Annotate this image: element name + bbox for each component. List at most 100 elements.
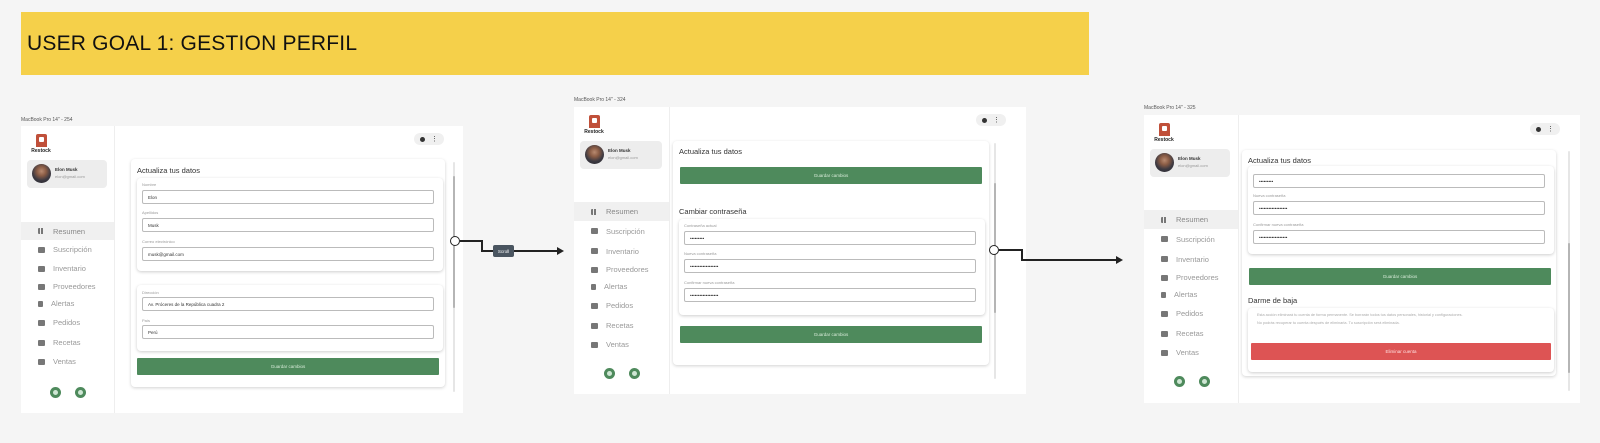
box-icon: [38, 265, 45, 272]
sidebar: Restock Elon Musk elon@gmail.com Resumen…: [21, 126, 115, 413]
delete-note: No podrás recuperar tu cuenta después de…: [1257, 321, 1400, 325]
sidebar-item-resumen[interactable]: Resumen: [574, 202, 669, 221]
sidebar-item-pedidos[interactable]: Pedidos: [1144, 303, 1238, 324]
new-password-field[interactable]: ••••••••••••••••••: [684, 259, 976, 273]
theme-toggle-icon[interactable]: [629, 368, 640, 379]
sidebar-item-suscripcion[interactable]: Suscripción: [574, 221, 669, 241]
sidebar-item-resumen[interactable]: Resumen: [1144, 210, 1238, 229]
new-password-field[interactable]: ••••••••••••••••••: [1253, 201, 1545, 215]
sidebar-item-alertas[interactable]: Alertas: [574, 278, 669, 295]
address-card: Dirección Av. Próceres de la República c…: [137, 285, 443, 351]
save-button[interactable]: Guardar cambios: [1249, 268, 1551, 285]
card-icon: [591, 228, 598, 234]
section-title: Actualiza tus datos: [1248, 156, 1311, 165]
frame-1: Restock Elon Musk elon@gmail.com Resumen…: [21, 126, 463, 413]
field-label: Confirmar nueva contraseña: [1253, 222, 1304, 227]
sidebar-item-resumen[interactable]: Resumen: [21, 222, 114, 240]
sidebar-item-alertas[interactable]: Alertas: [21, 295, 114, 312]
user-email: elon@gmail.com: [1178, 163, 1208, 168]
sidebar-item-inventario[interactable]: Inventario: [21, 259, 114, 278]
confirm-password-field[interactable]: ••••••••••••••••••: [1253, 230, 1545, 244]
section-title: Actualiza tus datos: [137, 166, 200, 175]
sidebar-item-ventas[interactable]: Ventas: [1144, 343, 1238, 362]
sidebar-item-proveedores[interactable]: Proveedores: [21, 278, 114, 295]
restock-logo: Restock: [1154, 123, 1174, 143]
profile-panel: Actualiza tus datos Nombre Elon Apellido…: [131, 159, 445, 387]
sidebar-item-pedidos[interactable]: Pedidos: [21, 312, 114, 333]
sidebar-item-pedidos[interactable]: Pedidos: [574, 295, 669, 316]
sidebar-item-recetas[interactable]: Recetas: [21, 333, 114, 352]
sidebar-item-recetas[interactable]: Recetas: [574, 316, 669, 335]
scrollbar[interactable]: [453, 162, 455, 392]
frame-label: MacBook Pro 14" - 324: [574, 97, 626, 103]
user-card[interactable]: Elon Musk elon@gmail.com: [27, 160, 107, 188]
field-label: Nombre: [142, 182, 157, 187]
box-icon: [1161, 256, 1168, 262]
password-card: ••••••••• Nueva contraseña •••••••••••••…: [1248, 166, 1554, 254]
user-name: Elon Musk: [1178, 156, 1201, 161]
people-icon: [1161, 274, 1168, 281]
sidebar-item-proveedores[interactable]: Proveedores: [1144, 269, 1238, 286]
save-button[interactable]: Guardar cambios: [680, 167, 982, 184]
card-icon: [38, 246, 45, 253]
restock-logo: Restock: [31, 134, 51, 154]
delete-account-button[interactable]: Eliminar cuenta: [1251, 343, 1551, 360]
sidebar-item-ventas[interactable]: Ventas: [21, 352, 114, 371]
save-password-button[interactable]: Guardar cambios: [680, 326, 982, 343]
topbar-user-menu[interactable]: ⋮: [976, 114, 1006, 126]
sidebar-item-recetas[interactable]: Recetas: [1144, 324, 1238, 343]
sidebar: Restock Elon Musk elon@gmail.com Resumen…: [1144, 115, 1239, 403]
settings-icon[interactable]: [1174, 376, 1185, 387]
sidebar-item-proveedores[interactable]: Proveedores: [574, 261, 669, 278]
user-email: elon@gmail.com: [608, 155, 638, 160]
user-card[interactable]: Elon Musk elon@gmail.com: [1150, 149, 1230, 177]
truck-icon: [591, 302, 598, 309]
current-password-field[interactable]: •••••••••: [684, 231, 976, 245]
scrollbar[interactable]: [1568, 151, 1570, 391]
avatar: [32, 164, 51, 183]
bell-icon: [38, 300, 43, 307]
user-icon: [1536, 126, 1541, 132]
lastname-field[interactable]: Musk: [142, 218, 434, 232]
more-icon: ⋮: [431, 135, 438, 143]
goal-banner: USER GOAL 1: GESTION PERFIL: [21, 12, 1089, 75]
topbar-user-menu[interactable]: ⋮: [414, 133, 444, 145]
more-icon: ⋮: [1547, 125, 1554, 133]
confirm-password-field[interactable]: ••••••••••••••••••: [684, 288, 976, 302]
profile-panel: Actualiza tus datos ••••••••• Nueva cont…: [1242, 150, 1556, 376]
address-field[interactable]: Av. Próceres de la República cuadra 2: [142, 297, 434, 311]
scroll-tag: Scroll: [493, 245, 514, 257]
restock-logo: Restock: [584, 115, 604, 135]
truck-icon: [38, 319, 45, 326]
more-icon: ⋮: [993, 116, 1000, 124]
sidebar-item-suscripcion[interactable]: Suscripción: [21, 240, 114, 259]
bell-icon: [1161, 291, 1166, 298]
sidebar-item-ventas[interactable]: Ventas: [574, 335, 669, 354]
sidebar-item-inventario[interactable]: Inventario: [574, 241, 669, 261]
country-field[interactable]: Perú: [142, 325, 434, 339]
current-password-field[interactable]: •••••••••: [1253, 174, 1545, 188]
sidebar-nav: Resumen Suscripción Inventario Proveedor…: [1144, 210, 1238, 362]
settings-icon[interactable]: [50, 387, 61, 398]
profile-panel: Actualiza tus datos Guardar cambios Camb…: [673, 141, 989, 365]
user-name: Elon Musk: [608, 148, 631, 153]
field-label: Dirección: [142, 290, 159, 295]
theme-toggle-icon[interactable]: [1199, 376, 1210, 387]
frame-3: Restock Elon Musk elon@gmail.com Resumen…: [1144, 115, 1580, 403]
email-field[interactable]: musk@gmail.com: [142, 247, 434, 261]
box-icon: [591, 248, 598, 254]
save-button[interactable]: Guardar cambios: [137, 358, 439, 375]
user-name: Elon Musk: [55, 167, 78, 172]
theme-toggle-icon[interactable]: [75, 387, 86, 398]
scrollbar[interactable]: [994, 143, 996, 379]
sidebar-item-inventario[interactable]: Inventario: [1144, 249, 1238, 269]
topbar-user-menu[interactable]: ⋮: [1530, 123, 1560, 135]
settings-icon[interactable]: [604, 368, 615, 379]
user-card[interactable]: Elon Musk elon@gmail.com: [580, 141, 662, 169]
name-field[interactable]: Elon: [142, 190, 434, 204]
truck-icon: [1161, 310, 1168, 317]
sidebar-item-suscripcion[interactable]: Suscripción: [1144, 229, 1238, 249]
cart-icon: [591, 341, 598, 348]
sidebar-item-alertas[interactable]: Alertas: [1144, 286, 1238, 303]
sidebar: Restock Elon Musk elon@gmail.com Resumen…: [574, 107, 670, 394]
